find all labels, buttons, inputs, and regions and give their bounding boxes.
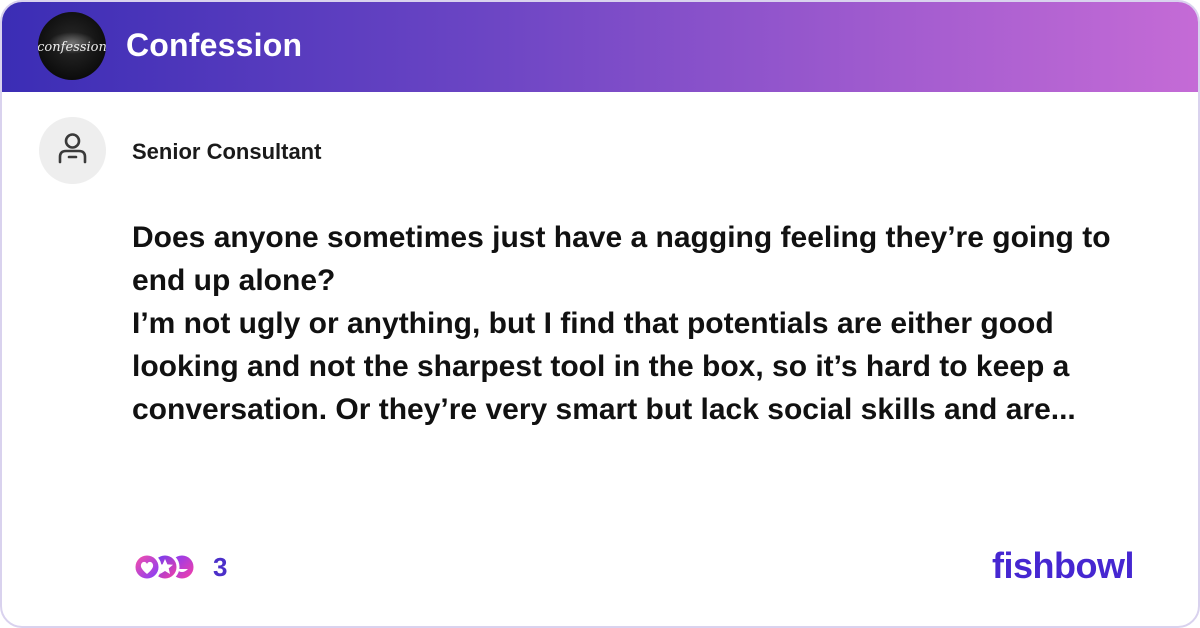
reaction-icons[interactable] — [130, 549, 202, 585]
bowl-name[interactable]: Confession — [126, 24, 302, 66]
heart-reaction-icon — [132, 552, 162, 582]
reaction-count[interactable]: 3 — [213, 551, 227, 583]
post-card[interactable]: confession Confession Senior Consultant … — [0, 0, 1200, 628]
logo-text-svg: confession — [38, 40, 106, 55]
user-avatar-icon — [39, 117, 106, 184]
fishbowl-brand-logo[interactable]: fishbowl — [992, 543, 1135, 589]
post-body[interactable]: Does anyone sometimes just have a naggin… — [132, 216, 1162, 431]
bowl-header: confession Confession — [2, 2, 1198, 92]
author-title: Senior Consultant — [132, 139, 322, 164]
logo-text: confession — [38, 40, 106, 55]
confession-bowl-logo[interactable]: confession — [38, 12, 106, 80]
